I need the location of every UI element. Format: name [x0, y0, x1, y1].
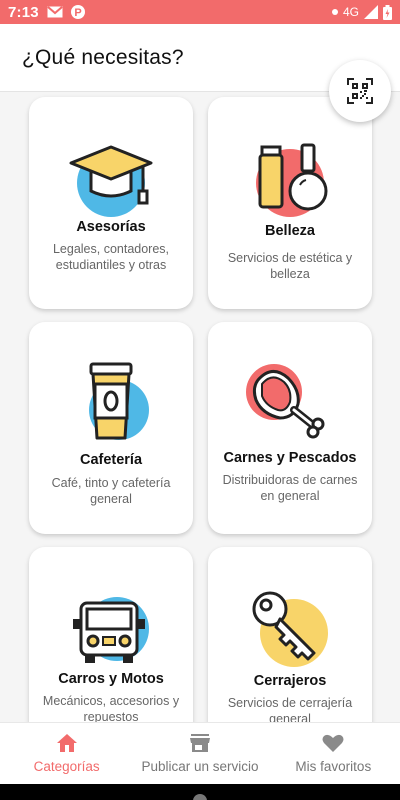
network-type: 4G — [342, 5, 359, 19]
bottom-navigation: Categorías Publicar un servicio Mis favo… — [0, 722, 400, 784]
category-grid: Asesorías Legales, contadores, estudiant… — [0, 92, 400, 722]
category-title: Cafetería — [79, 452, 143, 468]
qr-scan-button[interactable] — [329, 60, 391, 122]
vehicle-icon — [73, 597, 149, 663]
category-title: Asesorías — [76, 219, 146, 235]
nav-publicar-servicio[interactable]: Publicar un servicio — [133, 723, 266, 784]
ham-leg-icon — [246, 364, 325, 439]
cosmetics-icon — [256, 143, 328, 217]
nav-categorias[interactable]: Categorías — [0, 723, 133, 784]
nav-label: Mis favoritos — [295, 759, 372, 774]
app-notification-icon: P — [70, 5, 85, 19]
category-title: Carros y Motos — [58, 671, 164, 687]
category-description: Servicios de estética y belleza — [227, 251, 353, 281]
svg-text:P: P — [74, 7, 81, 19]
category-card-cafeteria[interactable]: Cafetería Café, tinto y cafetería genera… — [29, 322, 193, 534]
store-icon — [189, 734, 210, 752]
nav-label: Publicar un servicio — [141, 759, 259, 774]
status-time: 7:13 — [8, 3, 39, 21]
heart-icon — [322, 734, 344, 752]
coffee-cup-icon — [89, 362, 149, 440]
graduation-cap-icon — [69, 145, 153, 217]
category-title: Cerrajeros — [253, 673, 327, 689]
category-description: Distribuidoras de carnes en general — [222, 473, 358, 503]
nav-mis-favoritos[interactable]: Mis favoritos — [267, 723, 400, 784]
gmail-icon — [47, 6, 63, 18]
notification-dot-icon — [331, 9, 338, 15]
nav-label: Categorías — [33, 759, 100, 774]
key-icon — [252, 591, 328, 667]
status-bar: 7:13 P 4G — [0, 0, 400, 24]
category-description: Servicios de cerrajería general — [227, 696, 353, 722]
category-card-asesorias[interactable]: Asesorías Legales, contadores, estudiant… — [29, 97, 193, 309]
category-card-belleza[interactable]: Belleza Servicios de estética y belleza — [208, 97, 372, 309]
category-title: Carnes y Pescados — [223, 450, 357, 466]
category-description: Mecánicos, accesorios y repuestos — [42, 694, 180, 722]
category-description: Legales, contadores, estudiantiles y otr… — [52, 242, 170, 272]
category-description: Café, tinto y cafetería general — [51, 476, 171, 506]
category-card-carnes-pescados[interactable]: Carnes y Pescados Distribuidoras de carn… — [208, 322, 372, 534]
signal-icon — [364, 5, 378, 19]
home-icon — [56, 734, 77, 752]
battery-icon — [383, 4, 392, 20]
category-title: Belleza — [265, 223, 315, 239]
qr-code-icon — [347, 78, 373, 104]
page-title: ¿Qué necesitas? — [22, 46, 184, 69]
category-card-cerrajeros[interactable]: Cerrajeros Servicios de cerrajería gener… — [208, 547, 372, 722]
category-card-carros-motos[interactable]: Carros y Motos Mecánicos, accesorios y r… — [29, 547, 193, 722]
